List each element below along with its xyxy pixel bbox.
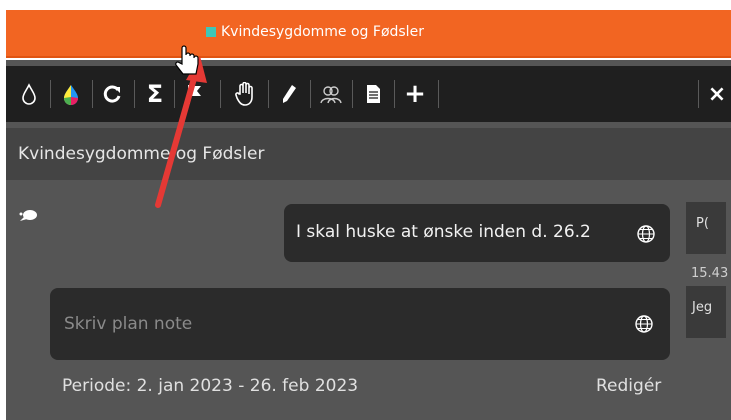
message-text: I skal huske at ønske inden d. 26.2: [296, 222, 591, 242]
window-title: Kvindesygdomme og Fødsler: [221, 24, 424, 40]
section-header: Kvindesygdomme og Fødsler: [6, 128, 731, 180]
flag-icon[interactable]: [180, 78, 210, 110]
plan-note-placeholder: Skriv plan note: [64, 314, 193, 334]
color-palette-icon[interactable]: [56, 78, 86, 110]
chat-bubble-icon[interactable]: [18, 208, 38, 228]
avatar: P(: [686, 202, 726, 254]
window-title-bar[interactable]: Kvindesygdomme og Fødsler: [6, 10, 731, 58]
period-label: Periode: 2. jan 2023 - 26. feb 2023: [62, 376, 359, 396]
document-icon[interactable]: [358, 78, 388, 110]
drop-icon[interactable]: [14, 78, 44, 110]
hand-icon[interactable]: [230, 78, 260, 110]
avatar-initials: Jeg: [692, 300, 713, 315]
plus-icon[interactable]: +: [400, 78, 430, 110]
message-bubble: I skal huske at ønske inden d. 26.2: [284, 204, 670, 262]
section-title: Kvindesygdomme og Fødsler: [18, 144, 265, 164]
edit-link[interactable]: Redigér: [596, 376, 661, 396]
plan-note-input[interactable]: Skriv plan note: [50, 288, 670, 360]
close-button[interactable]: ×: [703, 78, 731, 110]
status-dot: [206, 27, 216, 37]
avatar: Jeg: [686, 286, 726, 338]
toolbar: Σ + ×: [6, 66, 731, 122]
chat-area: I skal huske at ønske inden d. 26.2 P( 1…: [6, 186, 731, 420]
app-window: Σ + × Kvindesygdomme og Fødsler I skal h…: [6, 60, 731, 420]
avatar-initials: P(: [696, 216, 709, 231]
pen-icon[interactable]: [274, 78, 304, 110]
sigma-icon[interactable]: Σ: [140, 78, 170, 110]
globe-icon[interactable]: [634, 314, 654, 338]
refresh-icon[interactable]: [98, 78, 128, 110]
people-icon[interactable]: [316, 78, 346, 110]
globe-icon[interactable]: [636, 224, 656, 248]
message-time: 15.43: [691, 266, 729, 281]
